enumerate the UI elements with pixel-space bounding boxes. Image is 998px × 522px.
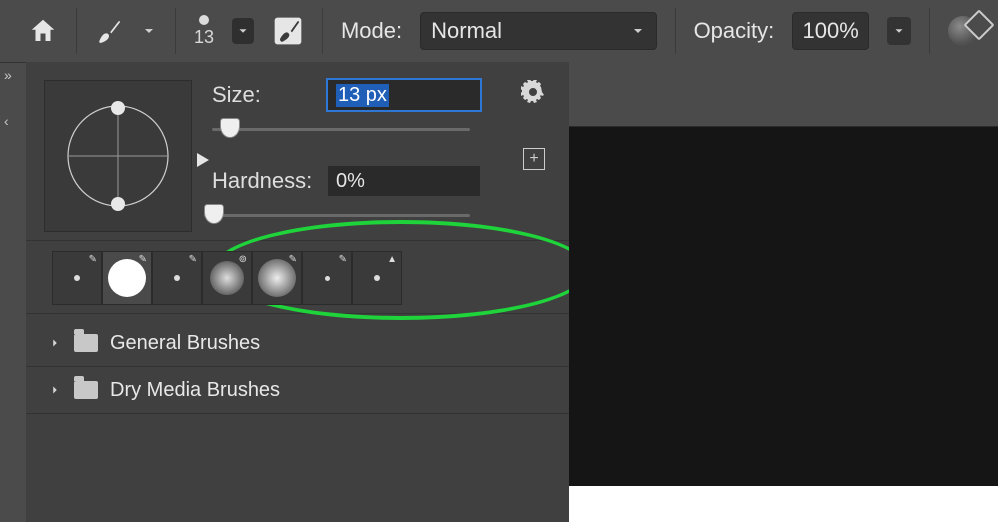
brush-dot-icon xyxy=(174,275,180,281)
opacity-chevron-down-icon[interactable] xyxy=(887,17,911,45)
opacity-label: Opacity: xyxy=(694,18,775,44)
home-icon[interactable] xyxy=(28,16,58,46)
slider-thumb[interactable] xyxy=(220,118,240,138)
pressure-opacity-icon[interactable] xyxy=(948,16,978,46)
brush-mark-icon: ✎ xyxy=(89,254,97,265)
blend-mode-value: Normal xyxy=(431,18,502,44)
strip-marker: ‹ xyxy=(0,113,9,131)
gear-icon[interactable] xyxy=(521,80,545,104)
brush-settings-icon[interactable] xyxy=(272,15,304,47)
separator xyxy=(175,8,176,54)
brush-thumb[interactable]: ▲ xyxy=(352,251,402,305)
strip-slot xyxy=(0,251,4,269)
separator xyxy=(929,8,930,54)
brush-thumb[interactable]: ✎ xyxy=(252,251,302,305)
brush-thumb[interactable]: ⊚ xyxy=(202,251,252,305)
mode-label: Mode: xyxy=(341,18,402,44)
brush-mark-icon: ▲ xyxy=(387,254,397,265)
chevron-down-icon xyxy=(630,23,646,39)
folder-row[interactable]: General Brushes xyxy=(26,320,569,367)
document-tab-strip[interactable] xyxy=(569,62,998,127)
slider-thumb[interactable] xyxy=(204,204,224,224)
size-input[interactable]: 13 px xyxy=(328,80,480,110)
brush-mark-icon: ⊚ xyxy=(239,254,247,265)
brush-size-preview[interactable]: 13 xyxy=(194,15,214,48)
canvas[interactable] xyxy=(569,127,998,522)
hardness-label: Hardness: xyxy=(212,168,312,194)
opacity-input[interactable]: 100% xyxy=(792,12,869,50)
size-slider[interactable] xyxy=(212,116,470,144)
brush-preset-panel: Size: 13 px Hardness: 0% xyxy=(26,62,569,522)
angle-arrow-icon[interactable] xyxy=(195,151,211,169)
hardness-input[interactable]: 0% xyxy=(328,166,480,196)
brush-mark-icon: ✎ xyxy=(289,254,297,265)
chevron-right-icon xyxy=(48,336,62,350)
brush-mark-icon: ✎ xyxy=(339,254,347,265)
recent-brushes-row: ✎ ✎ ✎ ⊚ ✎ ✎ ▲ xyxy=(26,241,569,314)
collapsed-panel-strip: » ‹ xyxy=(0,62,26,522)
hardness-value: 0% xyxy=(336,170,365,193)
chevron-right-icon xyxy=(48,383,62,397)
brush-mark-icon: ✎ xyxy=(139,254,147,265)
brush-thumb[interactable]: ✎ xyxy=(102,251,152,305)
canvas-area xyxy=(569,62,998,522)
blend-mode-select[interactable]: Normal xyxy=(420,12,656,50)
brush-mark-icon: ✎ xyxy=(189,254,197,265)
brush-preset-chevron-down-icon[interactable] xyxy=(232,18,254,44)
brush-thumb[interactable]: ✎ xyxy=(152,251,202,305)
expand-panels-icon[interactable]: » xyxy=(0,67,12,85)
brush-angle-roundness-widget[interactable] xyxy=(44,80,192,232)
strip-slot xyxy=(0,297,4,315)
strip-slot xyxy=(0,159,4,177)
brush-soft-icon xyxy=(210,261,244,295)
separator xyxy=(675,8,676,54)
brush-dot-icon xyxy=(199,15,209,25)
folder-icon xyxy=(74,334,98,352)
brush-size-number: 13 xyxy=(194,27,214,48)
brush-dot-icon xyxy=(374,275,380,281)
folder-row[interactable]: Dry Media Brushes xyxy=(26,367,569,414)
document-edge xyxy=(569,486,998,522)
folder-icon xyxy=(74,381,98,399)
folder-label: Dry Media Brushes xyxy=(110,379,280,402)
strip-slot xyxy=(0,205,4,223)
brush-dot-icon xyxy=(325,276,330,281)
options-bar: 13 Mode: Normal Opacity: 100% xyxy=(0,0,998,62)
size-value: 13 px xyxy=(336,84,389,107)
brush-thumb[interactable]: ✎ xyxy=(52,251,102,305)
brush-thumb[interactable]: ✎ xyxy=(302,251,352,305)
folder-label: General Brushes xyxy=(110,332,260,355)
hardness-slider[interactable] xyxy=(212,202,470,230)
size-label: Size: xyxy=(212,82,312,108)
tool-chevron-down-icon[interactable] xyxy=(141,23,157,39)
separator xyxy=(322,8,323,54)
opacity-value: 100% xyxy=(803,18,859,44)
separator xyxy=(76,8,77,54)
brush-tool-icon[interactable] xyxy=(95,17,123,45)
new-preset-icon[interactable]: + xyxy=(523,148,545,170)
brush-dot-icon xyxy=(74,275,80,281)
brush-folders-list: General Brushes Dry Media Brushes xyxy=(26,314,569,420)
